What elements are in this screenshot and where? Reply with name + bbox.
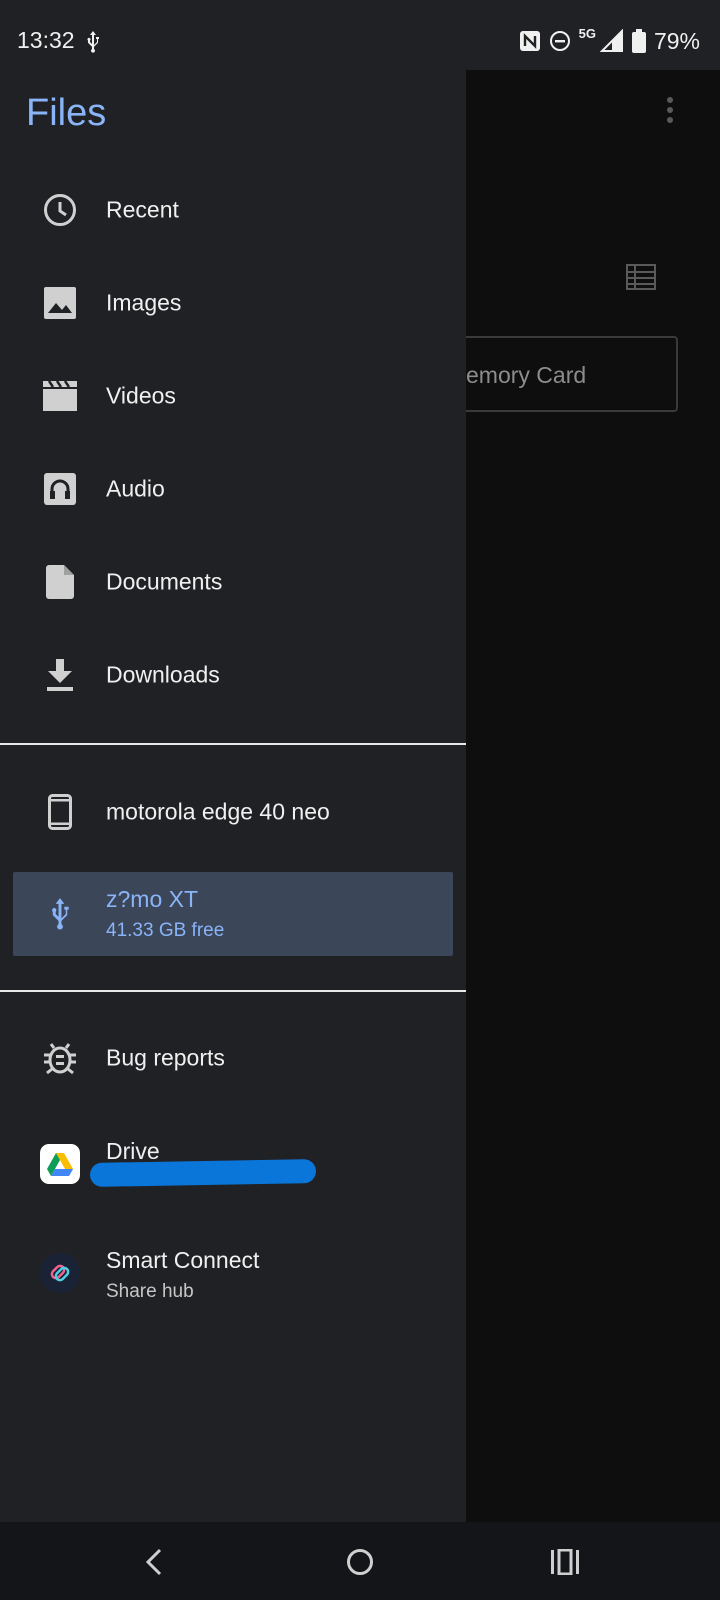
- redaction-mark: [89, 1159, 317, 1187]
- battery-icon: [631, 29, 646, 53]
- list-view-icon[interactable]: [626, 264, 656, 290]
- drawer-item-recent[interactable]: Recent: [0, 170, 466, 250]
- download-icon: [40, 655, 80, 695]
- drawer-title: Files: [26, 92, 107, 134]
- drawer-item-videos[interactable]: Videos: [0, 356, 466, 436]
- recents-button[interactable]: [545, 1542, 585, 1582]
- home-icon: [347, 1549, 373, 1575]
- background-app: emory Card: [466, 70, 720, 1522]
- drawer-item-label: Documents: [106, 568, 223, 595]
- clock-icon: [40, 190, 80, 230]
- navigation-drawer: Files Recent Images Videos Audio Documen…: [0, 70, 466, 1522]
- divider: [0, 990, 466, 992]
- headphones-icon: [40, 469, 80, 509]
- drawer-item-label: motorola edge 40 neo: [106, 798, 330, 825]
- recents-icon: [551, 1549, 579, 1575]
- home-button[interactable]: [340, 1542, 380, 1582]
- usb-icon: [87, 31, 99, 53]
- usb-icon: [40, 894, 80, 934]
- smart-connect-icon: [40, 1253, 80, 1293]
- do-not-disturb-icon: [549, 31, 570, 51]
- phone-icon: [40, 792, 80, 832]
- storage-chip[interactable]: emory Card: [466, 336, 678, 412]
- drawer-item-sublabel: Share hub: [106, 1281, 194, 1302]
- image-icon: [40, 283, 80, 323]
- back-icon: [145, 1548, 162, 1576]
- drawer-item-label: Downloads: [106, 661, 220, 688]
- system-navigation-bar: [0, 1522, 720, 1600]
- drawer-item-label: Bug reports: [106, 1044, 225, 1071]
- document-icon: [40, 562, 80, 602]
- drawer-item-sublabel: 41.33 GB free: [106, 920, 225, 941]
- google-drive-icon: [40, 1144, 80, 1184]
- drawer-item-images[interactable]: Images: [0, 263, 466, 343]
- drawer-item-label: Recent: [106, 196, 179, 223]
- network-type: 5G: [578, 25, 596, 41]
- drawer-item-bug-reports[interactable]: Bug reports: [0, 1018, 466, 1098]
- bug-icon: [40, 1038, 80, 1078]
- more-options-icon[interactable]: [666, 96, 674, 124]
- back-button[interactable]: [134, 1542, 174, 1582]
- drawer-item-documents[interactable]: Documents: [0, 542, 466, 622]
- divider: [0, 743, 466, 745]
- drawer-item-downloads[interactable]: Downloads: [0, 635, 466, 715]
- nfc-icon: [519, 31, 540, 51]
- signal-icon: [599, 29, 623, 52]
- status-bar: 13:32 5G 79%: [0, 0, 720, 70]
- drawer-item-usb-storage[interactable]: z?mo XT 41.33 GB free: [13, 872, 453, 956]
- drawer-item-smart-connect[interactable]: Smart Connect Share hub: [0, 1233, 466, 1313]
- drawer-item-label: Audio: [106, 475, 165, 502]
- drawer-item-label: Videos: [106, 382, 176, 409]
- drawer-item-label: Smart Connect: [106, 1247, 260, 1273]
- status-time: 13:32: [17, 27, 75, 53]
- video-icon: [40, 376, 80, 416]
- drawer-item-audio[interactable]: Audio: [0, 449, 466, 529]
- drawer-item-label: z?mo XT: [106, 886, 199, 912]
- drawer-item-device[interactable]: motorola edge 40 neo: [0, 772, 466, 852]
- storage-chip-label: emory Card: [466, 362, 587, 388]
- drawer-item-label: Images: [106, 289, 182, 316]
- battery-percent: 79%: [653, 27, 700, 54]
